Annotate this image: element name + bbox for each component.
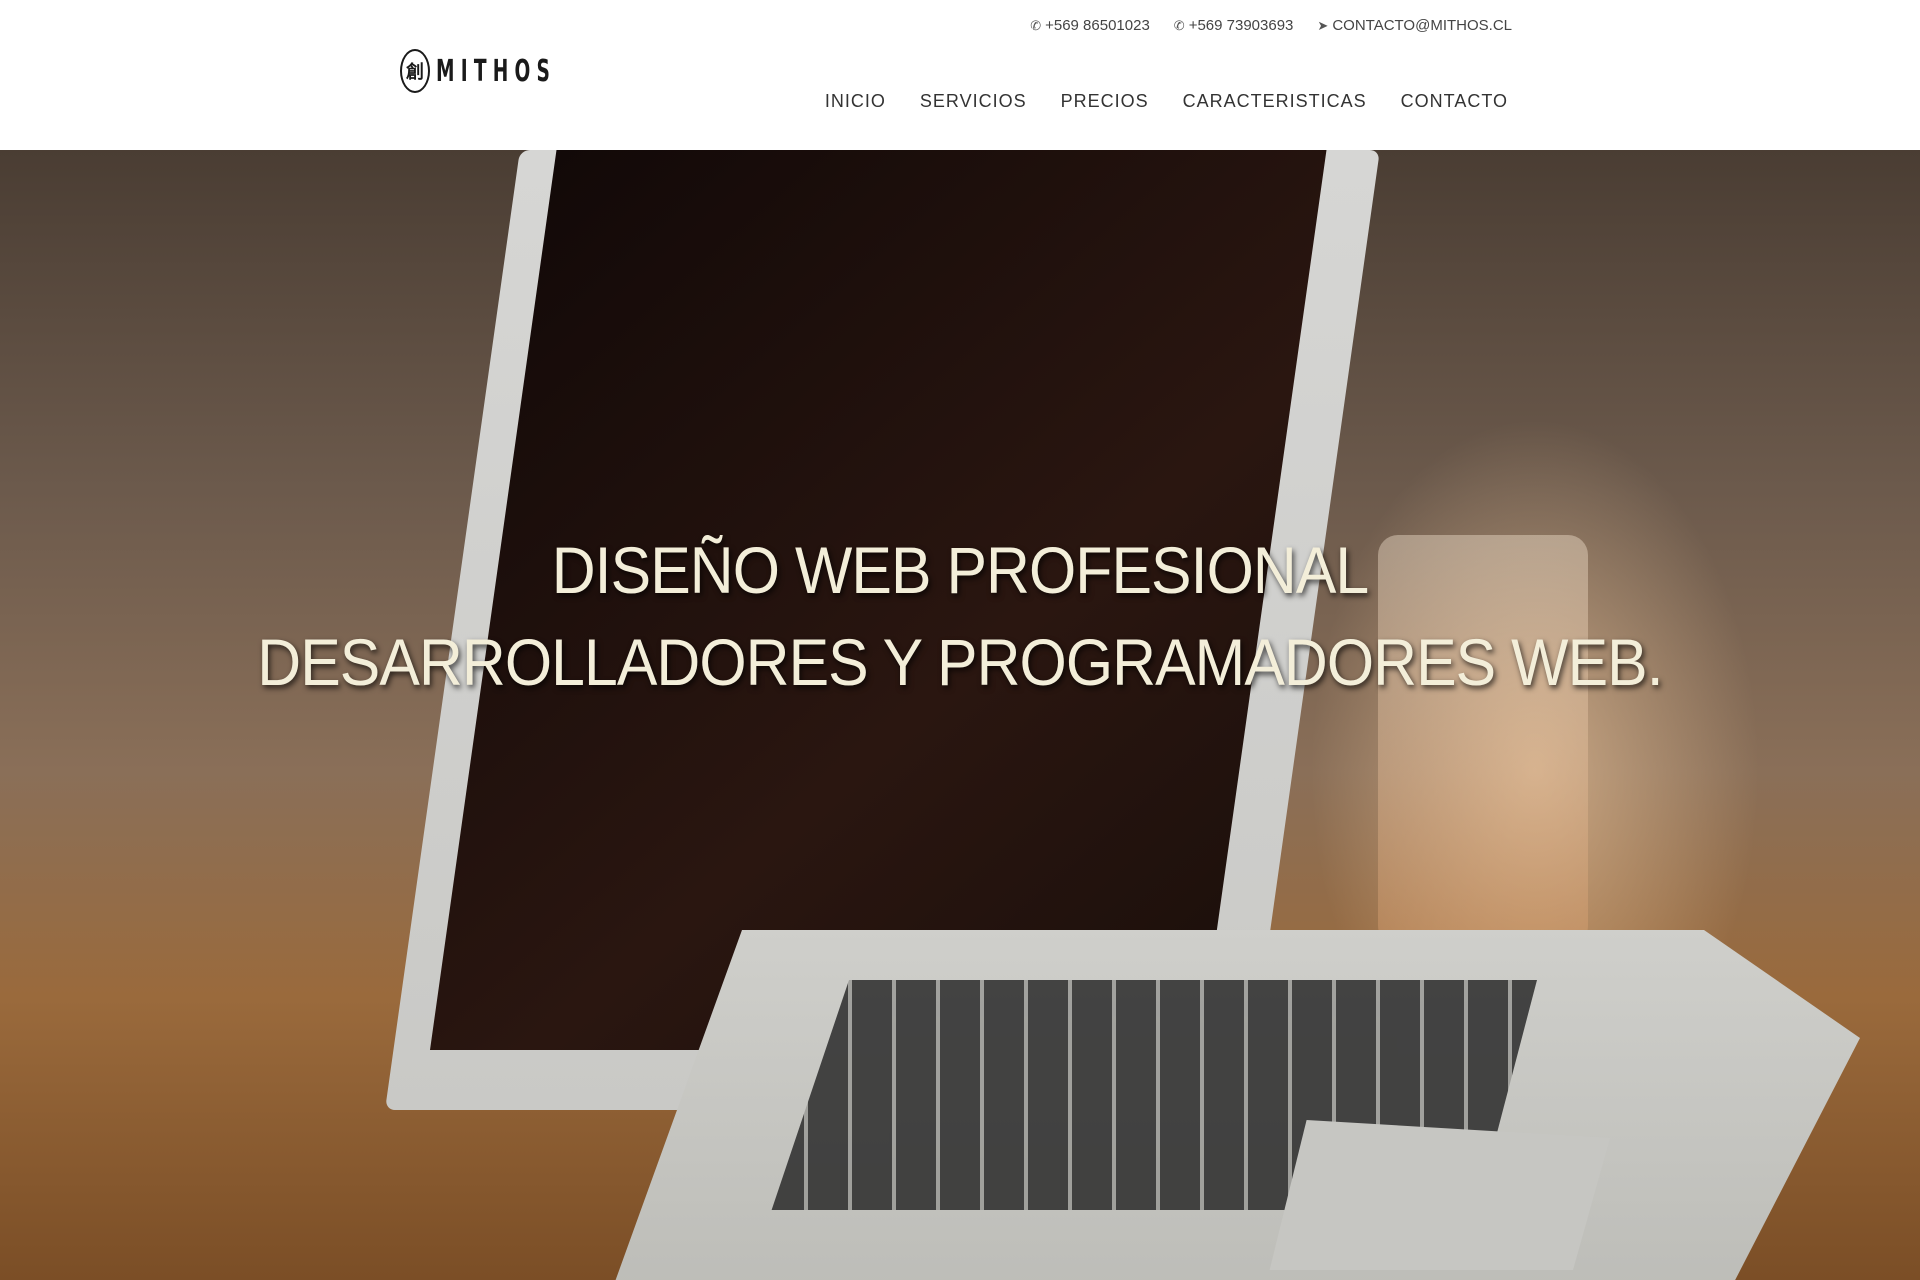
logo-text: MITHOS <box>436 53 557 89</box>
paper-plane-icon: ➤ <box>1317 17 1329 33</box>
logo-emblem-icon: 創 <box>400 49 430 93</box>
email-address: CONTACTO@MITHOS.CL <box>1332 17 1512 34</box>
phone-number-1: +569 86501023 <box>1045 17 1150 34</box>
nav-item-servicios[interactable]: SERVICIOS <box>920 91 1027 112</box>
nav-item-caracteristicas[interactable]: CARACTERISTICAS <box>1183 91 1367 112</box>
hero-title: DISEÑO WEB PROFESIONAL <box>551 533 1369 607</box>
site-header: 創 MITHOS ✆ +569 86501023 ✆ +569 73903693… <box>0 0 1920 150</box>
whatsapp-icon: ✆ <box>1030 17 1042 33</box>
phone-number-2: +569 73903693 <box>1188 17 1294 34</box>
hero-banner: DISEÑO WEB PROFESIONAL DESARROLLADORES Y… <box>0 150 1920 1280</box>
phone-link-1[interactable]: ✆ +569 86501023 <box>1030 17 1150 34</box>
email-link[interactable]: ➤ CONTACTO@MITHOS.CL <box>1317 17 1512 34</box>
phone-link-2[interactable]: ✆ +569 73903693 <box>1174 17 1294 34</box>
logo[interactable]: 創 MITHOS <box>400 48 630 94</box>
nav-item-precios[interactable]: PRECIOS <box>1061 91 1149 112</box>
nav-item-contacto[interactable]: CONTACTO <box>1401 91 1508 112</box>
nav-item-inicio[interactable]: INICIO <box>825 91 886 112</box>
whatsapp-icon: ✆ <box>1173 17 1185 33</box>
main-nav: INICIO SERVICIOS PRECIOS CARACTERISTICAS… <box>825 91 1508 112</box>
contact-topbar: ✆ +569 86501023 ✆ +569 73903693 ➤ CONTAC… <box>1030 17 1512 34</box>
hero-subtitle: DESARROLLADORES Y PROGRAMADORES WEB. <box>257 625 1663 699</box>
